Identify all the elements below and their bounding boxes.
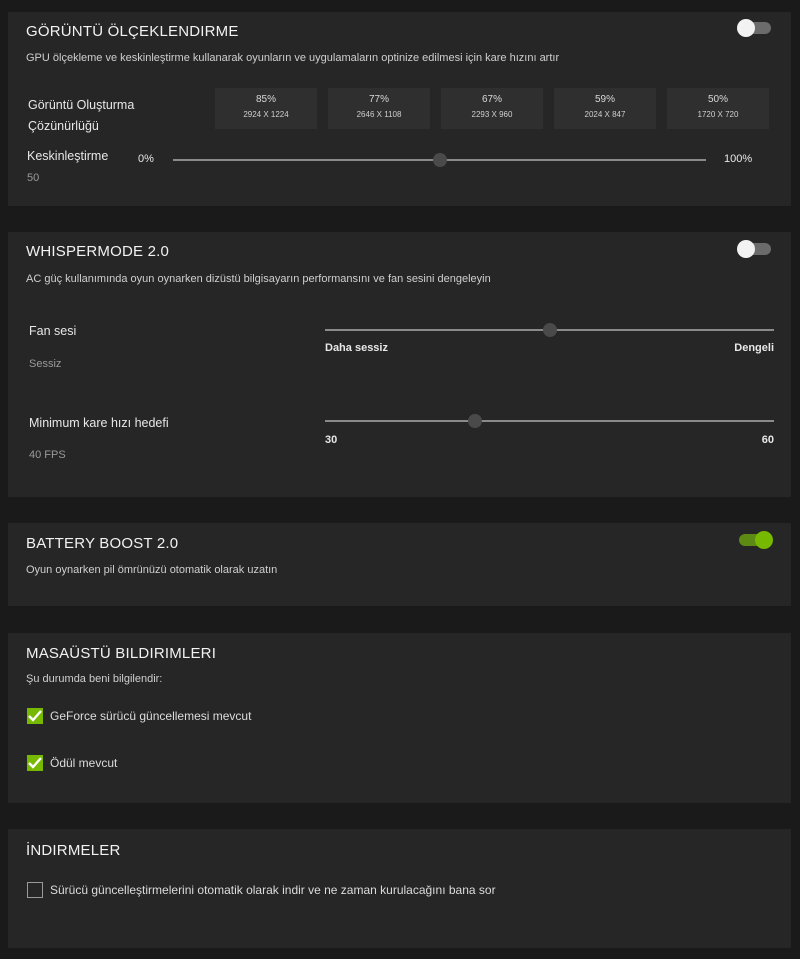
fan-sound-slider-thumb[interactable]: [542, 323, 557, 337]
resolution-percent: 50%: [707, 94, 728, 105]
resolution-dimensions: 2293 X 960: [471, 110, 513, 119]
notify-me-subtitle: Şu durumda beni bilgilendir:: [26, 673, 163, 685]
resolution-percent: 67%: [481, 94, 502, 105]
whispermode-title: WHISPERMODE 2.0: [26, 243, 170, 260]
min-fps-slider[interactable]: [325, 414, 774, 428]
battery-boost-panel: BATTERY BOOST 2.0 Oyun oynarken pil ömrü…: [8, 523, 791, 606]
fan-sound-value: Sessiz: [29, 358, 62, 370]
battery-boost-title: BATTERY BOOST 2.0: [26, 535, 179, 552]
desktop-notifications-panel: MASAÜSTÜ BILDIRIMLERI Şu durumda beni bi…: [8, 633, 791, 803]
min-fps-max-label: 60: [761, 434, 774, 446]
resolution-percent: 85%: [255, 94, 276, 105]
image-scaling-toggle[interactable]: [737, 19, 771, 37]
sharpen-label: Keskinleştirme: [27, 149, 109, 163]
downloads-panel: İNDIRMELER Sürücü güncelleştirmelerini o…: [8, 829, 791, 948]
resolution-percent: 59%: [594, 94, 615, 105]
check-icon: [28, 710, 42, 722]
whispermode-description: AC güç kullanımında oyun oynarken dizüst…: [26, 273, 491, 285]
sharpen-min-label: 0%: [138, 153, 154, 165]
resolution-option-77[interactable]: 77% 2646 X 1108: [328, 88, 430, 129]
image-scaling-title: GÖRÜNTÜ ÖLÇEKLENDIRME: [26, 23, 239, 40]
resolution-dimensions: 2924 X 1224: [243, 110, 289, 119]
image-scaling-panel: GÖRÜNTÜ ÖLÇEKLENDIRME GPU ölçekleme ve k…: [8, 12, 791, 206]
reward-available-checkbox[interactable]: [27, 755, 43, 771]
resolution-dimensions: 1720 X 720: [697, 110, 739, 119]
battery-boost-toggle[interactable]: [739, 531, 773, 549]
resolution-option-67[interactable]: 67% 2293 X 960: [441, 88, 543, 129]
resolution-option-85[interactable]: 85% 2924 X 1224: [215, 88, 317, 129]
driver-update-label: GeForce sürücü güncellemesi mevcut: [50, 709, 252, 723]
toggle-knob: [755, 531, 773, 549]
battery-boost-description: Oyun oynarken pil ömrünüzü otomatik olar…: [26, 564, 278, 576]
check-icon: [28, 757, 42, 769]
auto-download-checkbox[interactable]: [27, 882, 43, 898]
fan-sound-slider[interactable]: [325, 323, 774, 337]
resolution-dimensions: 2646 X 1108: [356, 110, 402, 119]
min-fps-label: Minimum kare hızı hedefi: [29, 416, 169, 430]
auto-download-label: Sürücü güncelleştirmelerini otomatik ola…: [50, 883, 496, 897]
render-resolution-label-line1: Görüntü Oluşturma: [28, 98, 135, 112]
resolution-option-59[interactable]: 59% 2024 X 847: [554, 88, 656, 129]
resolution-dimensions: 2024 X 847: [584, 110, 626, 119]
sharpen-value: 50: [27, 172, 40, 184]
downloads-title: İNDIRMELER: [26, 842, 121, 859]
whispermode-toggle[interactable]: [737, 240, 771, 258]
resolution-percent: 77%: [368, 94, 389, 105]
fan-sound-min-label: Daha sessiz: [325, 342, 388, 354]
min-fps-value: 40 FPS: [29, 449, 66, 461]
fan-sound-label: Fan sesi: [29, 324, 77, 338]
sharpen-slider[interactable]: [173, 153, 706, 167]
sharpen-slider-thumb[interactable]: [432, 153, 447, 167]
min-fps-min-label: 30: [325, 434, 338, 446]
min-fps-slider-thumb[interactable]: [467, 414, 482, 428]
driver-update-checkbox[interactable]: [27, 708, 43, 724]
toggle-knob: [737, 19, 755, 37]
fan-sound-max-label: Dengeli: [734, 342, 774, 354]
render-resolution-label: Görüntü Oluşturma Çözünürlüğü: [28, 95, 134, 137]
image-scaling-description: GPU ölçekleme ve keskinleştirme kullanar…: [26, 52, 560, 64]
toggle-knob: [737, 240, 755, 258]
reward-available-label: Ödül mevcut: [50, 756, 118, 770]
sharpen-max-label: 100%: [724, 153, 753, 165]
resolution-option-50[interactable]: 50% 1720 X 720: [667, 88, 769, 129]
whispermode-panel: WHISPERMODE 2.0 AC güç kullanımında oyun…: [8, 232, 791, 497]
desktop-notifications-title: MASAÜSTÜ BILDIRIMLERI: [26, 645, 217, 662]
render-resolution-label-line2: Çözünürlüğü: [28, 119, 99, 133]
